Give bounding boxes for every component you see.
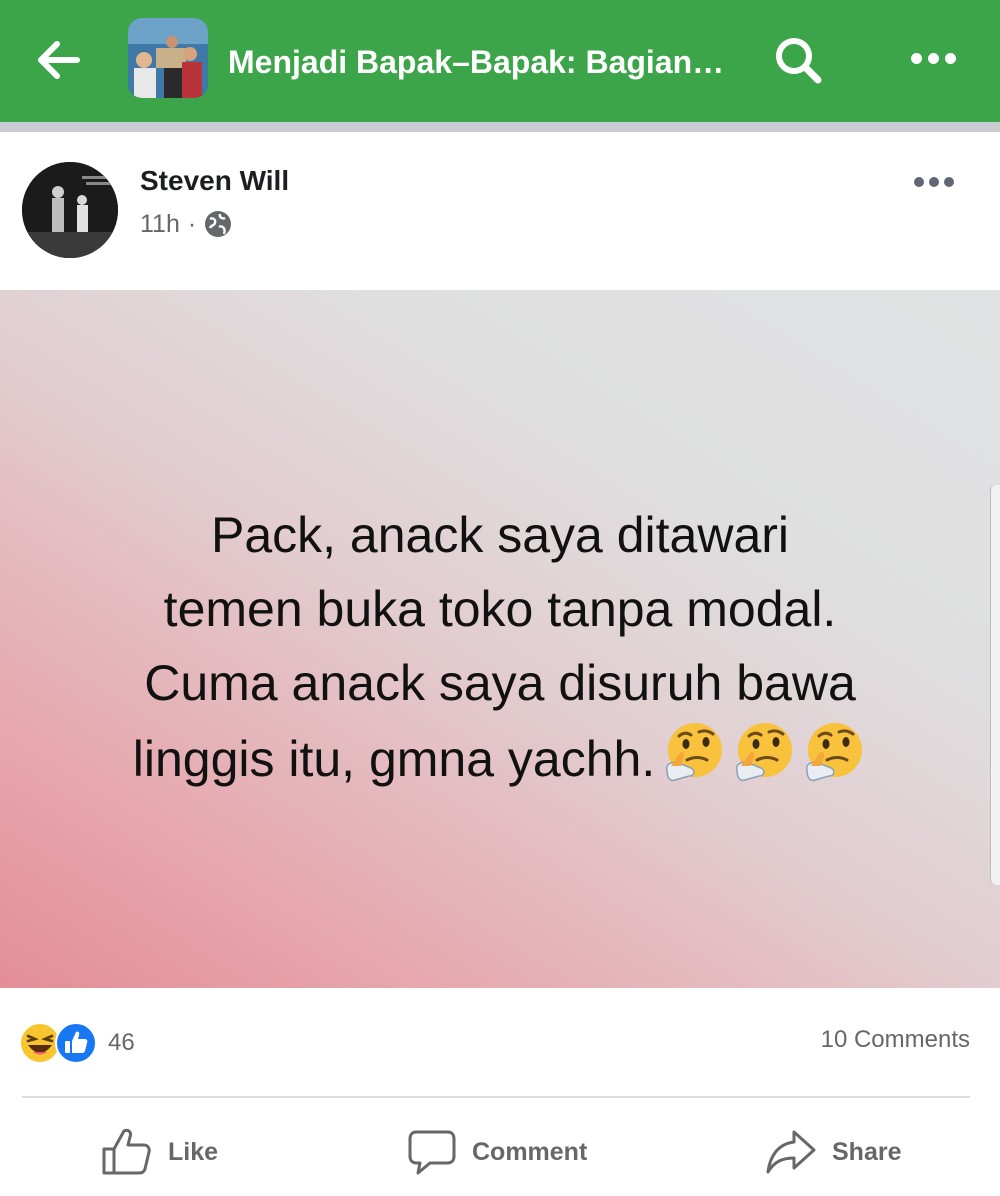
comment-label: Comment — [472, 1137, 588, 1166]
dot-icon — [944, 177, 954, 187]
dot-icon — [914, 177, 924, 187]
thumbs-up-icon — [102, 1128, 151, 1175]
emoji-row — [661, 720, 867, 786]
more-options-button[interactable] — [900, 38, 966, 78]
search-button[interactable] — [768, 30, 828, 90]
thinking-face-icon — [736, 723, 793, 782]
reaction-count: 46 — [108, 1029, 135, 1056]
group-thumbnail[interactable] — [128, 18, 208, 98]
post-background[interactable]: Pack, anack saya ditawari temen buka tok… — [0, 290, 1000, 988]
post-text-line: Cuma anack saya disuruh bawa — [144, 655, 856, 711]
group-photo-image — [128, 18, 208, 98]
post-text-line-last: linggis itu, gmna yachh. — [40, 720, 960, 796]
post-text-line-text: linggis itu, gmna yachh. — [132, 731, 656, 787]
share-label: Share — [832, 1137, 902, 1166]
share-arrow-icon — [766, 1130, 816, 1174]
dot-icon — [944, 52, 956, 64]
like-label: Like — [168, 1137, 219, 1166]
globe-icon — [205, 211, 232, 237]
back-button[interactable] — [34, 34, 86, 86]
comment-bubble-icon — [408, 1130, 456, 1175]
actions-divider — [22, 1096, 970, 1098]
thinking-face-icon — [666, 723, 723, 782]
post-text: Pack, anack saya ditawari temen buka tok… — [40, 498, 960, 796]
dot-icon — [910, 52, 922, 64]
like-icon — [55, 1022, 97, 1064]
post-options-button[interactable] — [906, 168, 962, 196]
arrow-left-icon — [38, 41, 80, 79]
dot-icon — [929, 177, 939, 187]
meta-separator: · — [187, 209, 197, 238]
post-text-line: temen buka toko tanpa modal. — [163, 581, 837, 637]
share-button[interactable]: Share — [764, 1120, 901, 1184]
author-avatar[interactable] — [22, 162, 118, 258]
avatar-image — [22, 162, 118, 258]
group-title[interactable]: Menjadi Bapak–Bapak: Bagian… — [228, 40, 728, 84]
search-icon — [776, 38, 822, 84]
post-text-line: Pack, anack saya ditawari — [210, 507, 790, 563]
comments-count-link[interactable]: 10 Comments — [821, 1026, 970, 1054]
post-meta: 11h · — [140, 206, 232, 242]
comment-button[interactable]: Comment — [406, 1120, 587, 1184]
topbar-divider — [0, 122, 1000, 132]
thinking-face-icon — [806, 723, 863, 782]
like-button[interactable]: Like — [100, 1120, 218, 1184]
author-name[interactable]: Steven Will — [140, 164, 289, 198]
top-app-bar: Menjadi Bapak–Bapak: Bagian… — [0, 0, 1000, 122]
scroll-handle[interactable] — [990, 485, 1000, 885]
post-time[interactable]: 11h — [140, 210, 180, 239]
dot-icon — [927, 52, 939, 64]
reactions-summary[interactable]: 46 — [18, 1020, 135, 1066]
